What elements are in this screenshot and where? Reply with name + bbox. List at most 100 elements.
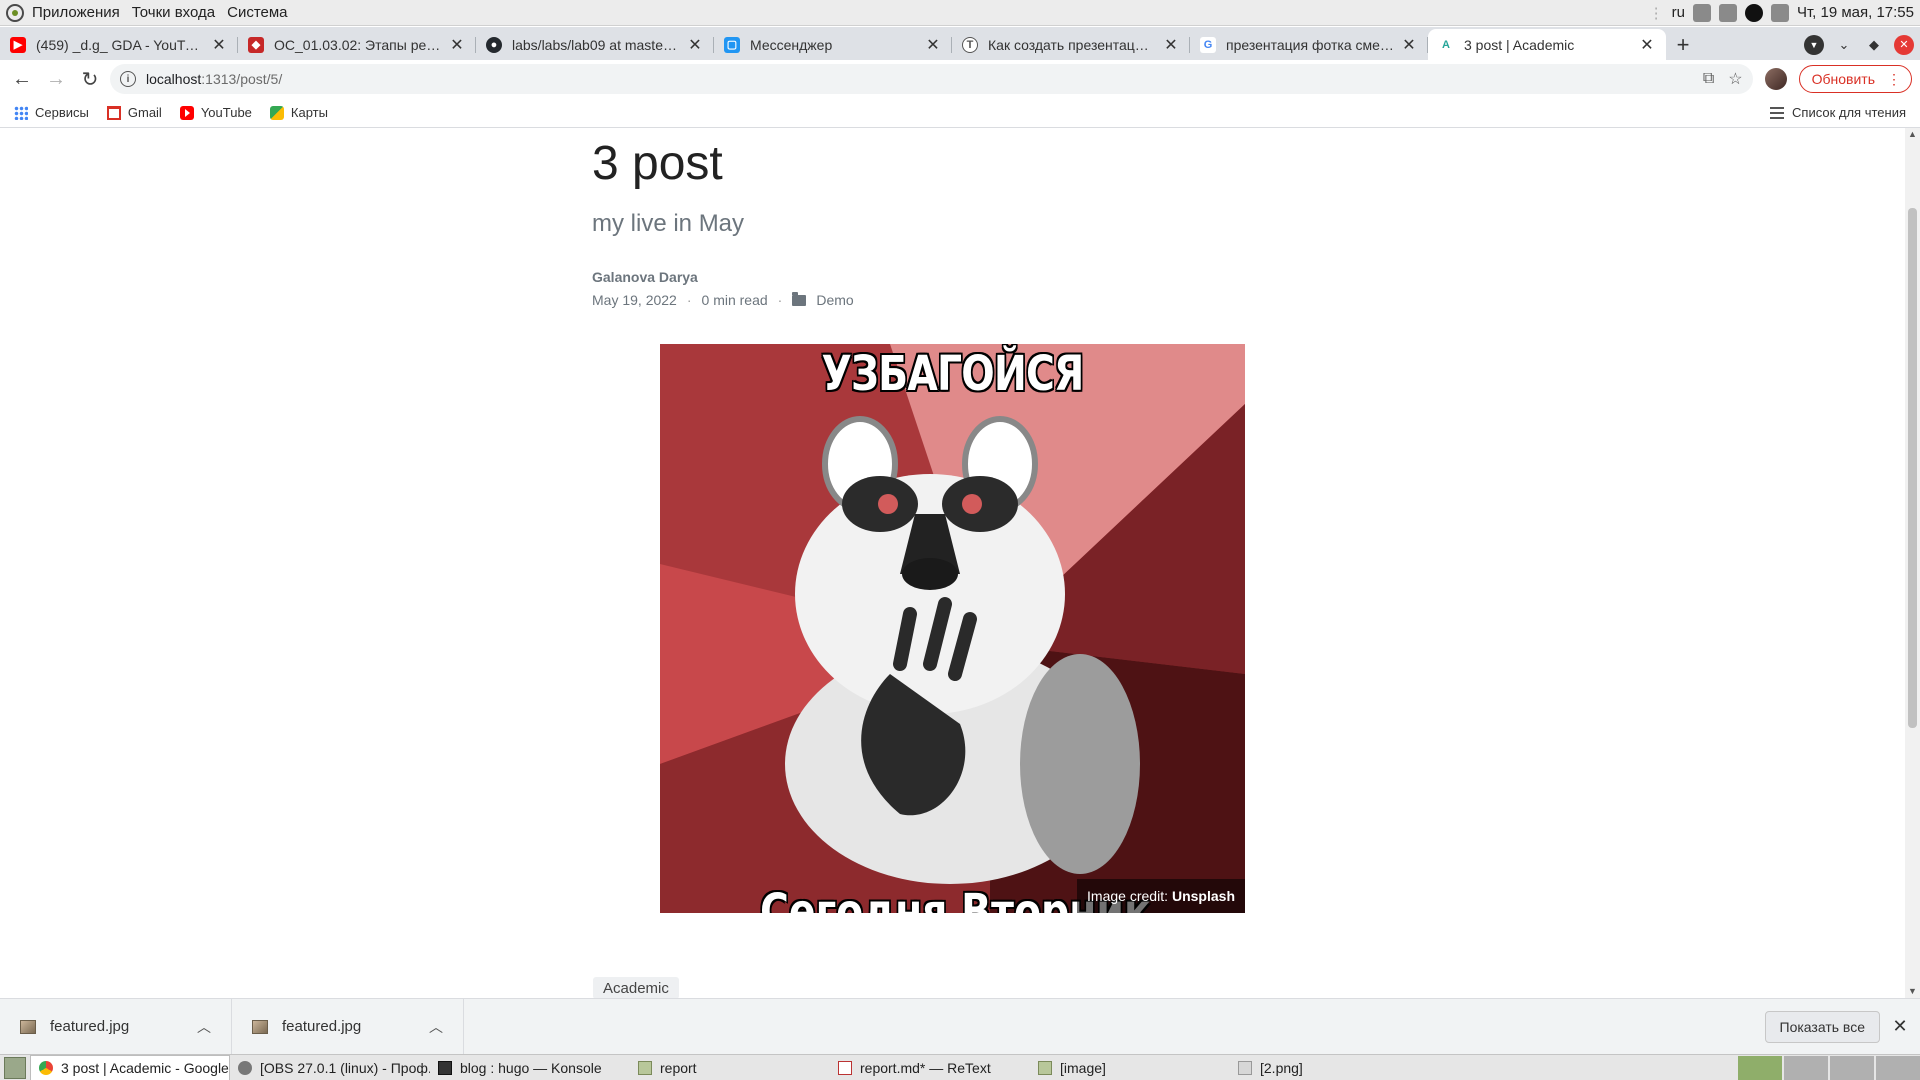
apps-grid-icon	[14, 105, 28, 120]
tab-title: презентация фотка смешная	[1226, 36, 1394, 53]
download-filename: featured.jpg	[282, 1018, 362, 1035]
tab-google-search[interactable]: G презентация фотка смешная ✕	[1190, 29, 1428, 60]
tab-github[interactable]: ● labs/labs/lab09 at master · da ✕	[476, 29, 714, 60]
image-credit: Image credit: Unsplash	[1077, 879, 1245, 913]
site-info-icon[interactable]: i	[120, 71, 136, 87]
bookmark-label: Gmail	[127, 105, 162, 120]
meme-background	[660, 344, 1245, 913]
tab-title: ОС_01.03.02: Этапы реализации	[274, 36, 442, 53]
article-icon: T	[962, 36, 978, 53]
bookmark-youtube[interactable]: YouTube	[179, 105, 252, 120]
maximize-icon[interactable]: ◆	[1864, 35, 1884, 55]
chevron-up-icon[interactable]: ︿	[429, 1017, 443, 1037]
tab-course[interactable]: ◆ ОС_01.03.02: Этапы реализации ✕	[238, 29, 476, 60]
taskbar-item-obs[interactable]: [OBS 27.0.1 (linux) - Проф...	[230, 1055, 430, 1080]
network-icon[interactable]	[1770, 3, 1789, 22]
credit-source-link[interactable]: Unsplash	[1172, 888, 1235, 904]
github-icon: ●	[486, 36, 502, 53]
close-icon[interactable]: ✕	[210, 36, 228, 54]
meme-top-text: УЗБАГОЙСЯ	[821, 346, 1084, 402]
chevron-up-icon[interactable]: ︿	[197, 1017, 211, 1037]
close-icon[interactable]: ✕	[1638, 36, 1656, 54]
scrollbar-thumb[interactable]	[1908, 208, 1917, 728]
gmail-icon	[106, 105, 121, 120]
translate-icon[interactable]: ⧉	[1703, 70, 1714, 88]
workspace-1[interactable]	[1738, 1055, 1782, 1080]
close-icon[interactable]: ✕	[686, 36, 704, 54]
show-all-downloads-button[interactable]: Показать все	[1764, 1010, 1880, 1043]
back-button[interactable]: ←	[8, 65, 36, 93]
academic-icon: A	[1438, 36, 1454, 53]
close-downloads-icon[interactable]: ✕	[1880, 1016, 1920, 1037]
tab-youtube[interactable]: ▶ (459) _d.g_ GDA - YouTube ✕	[0, 29, 238, 60]
close-icon[interactable]: ✕	[448, 36, 466, 54]
bookmark-star-icon[interactable]: ☆	[1728, 69, 1742, 89]
screen: Приложения Точки входа Система ⋮ ru Чт, …	[0, 0, 1920, 1080]
tab-title: (459) _d.g_ GDA - YouTube	[36, 36, 204, 53]
close-icon[interactable]: ✕	[924, 36, 942, 54]
download-item[interactable]: featured.jpg ︿	[0, 998, 232, 1055]
messenger-icon: ▢	[724, 36, 740, 53]
post-tag[interactable]: Academic	[593, 977, 679, 998]
show-desktop-icon[interactable]	[4, 1056, 26, 1079]
workspace-4[interactable]	[1876, 1055, 1920, 1080]
maps-icon	[269, 105, 284, 120]
menu-system[interactable]: Система	[227, 4, 287, 21]
window-controls: ▼ ⌄ ◆ ✕	[1804, 29, 1920, 60]
bookmark-maps[interactable]: Карты	[269, 105, 328, 120]
course-icon: ◆	[248, 36, 264, 53]
taskbar-item-image-folder[interactable]: [image]	[1030, 1055, 1230, 1080]
forward-button[interactable]: →	[42, 65, 70, 93]
taskbar-item-label: 3 post | Academic - Google...	[61, 1059, 230, 1076]
close-icon[interactable]: ✕	[1400, 36, 1418, 54]
image-file-icon	[20, 1019, 36, 1034]
menu-applications[interactable]: Приложения	[32, 4, 120, 21]
obs-tray-icon[interactable]	[1744, 3, 1763, 22]
folder-icon	[638, 1060, 652, 1075]
close-icon[interactable]: ✕	[1162, 36, 1180, 54]
tab-messenger[interactable]: ▢ Мессенджер ✕	[714, 29, 952, 60]
clock[interactable]: Чт, 19 мая, 17:55	[1797, 4, 1914, 21]
post-author[interactable]: Galanova Darya	[592, 269, 698, 285]
taskbar-item-retext[interactable]: report.md* — ReText	[830, 1055, 1030, 1080]
tab-article[interactable]: T Как создать презентацию: пошаговое ✕	[952, 29, 1190, 60]
folder-icon	[1038, 1060, 1052, 1075]
tab-search-icon[interactable]: ▼	[1804, 34, 1824, 55]
close-window-icon[interactable]: ✕	[1894, 34, 1914, 55]
profile-avatar[interactable]	[1764, 68, 1787, 90]
taskbar-item-report-folder[interactable]: report	[630, 1055, 830, 1080]
update-button[interactable]: Обновить ⋮	[1798, 65, 1912, 93]
scroll-up-icon[interactable]: ▲	[1908, 130, 1917, 139]
reading-list-button[interactable]: Список для чтения	[1770, 105, 1906, 120]
page-scrollbar[interactable]: ▲ ▼	[1905, 128, 1920, 998]
taskbar-item-konsole[interactable]: blog : hugo — Konsole	[430, 1055, 630, 1080]
volume-icon[interactable]	[1718, 3, 1737, 22]
address-bar[interactable]: i localhost:1313/post/5/ ⧉ ☆	[110, 64, 1753, 94]
microphone-icon[interactable]	[1692, 3, 1711, 22]
terminal-icon	[438, 1060, 452, 1075]
menu-places[interactable]: Точки входа	[132, 4, 215, 21]
bookmarks-bar: Сервисы Gmail YouTube Карты Список для ч…	[0, 98, 1920, 128]
workspace-2[interactable]	[1784, 1055, 1828, 1080]
browser-toolbar: ← → ↻ i localhost:1313/post/5/ ⧉ ☆ Обнов…	[0, 60, 1920, 98]
os-logo-icon[interactable]	[6, 3, 24, 22]
new-tab-button[interactable]: +	[1666, 29, 1700, 60]
post-category[interactable]: Demo	[816, 292, 853, 308]
workspace-3[interactable]	[1830, 1055, 1874, 1080]
bookmark-label: Сервисы	[35, 105, 89, 120]
downloads-bar: featured.jpg ︿ featured.jpg ︿ Показать в…	[0, 998, 1920, 1055]
scroll-down-icon[interactable]: ▼	[1908, 987, 1917, 996]
taskbar-item-chrome[interactable]: 3 post | Academic - Google...	[30, 1054, 230, 1080]
taskbar-item-image-viewer[interactable]: [2.png]	[1230, 1055, 1430, 1080]
bookmark-apps[interactable]: Сервисы	[14, 105, 89, 120]
download-item[interactable]: featured.jpg ︿	[232, 998, 464, 1055]
keyboard-layout[interactable]: ru	[1672, 4, 1685, 21]
credit-prefix: Image credit:	[1087, 888, 1168, 904]
minimize-icon[interactable]: ⌄	[1834, 35, 1854, 55]
image-file-icon	[252, 1019, 268, 1034]
reload-button[interactable]: ↻	[76, 65, 104, 93]
taskbar-item-label: [image]	[1060, 1059, 1106, 1076]
tab-academic-active[interactable]: A 3 post | Academic ✕	[1428, 29, 1666, 60]
bookmark-label: YouTube	[200, 105, 252, 120]
bookmark-gmail[interactable]: Gmail	[106, 105, 162, 120]
